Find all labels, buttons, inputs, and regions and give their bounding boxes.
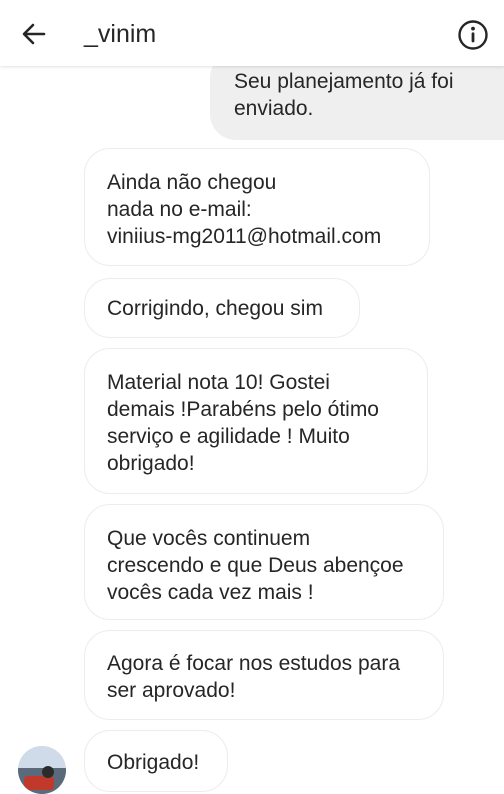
avatar[interactable] — [18, 746, 66, 794]
chat-username[interactable]: _vinim — [84, 20, 156, 48]
arrow-left-icon[interactable] — [18, 18, 50, 50]
info-circle-icon[interactable] — [457, 19, 489, 51]
message-bubble-incoming[interactable]: Agora é focar nos estudos para ser aprov… — [84, 630, 444, 720]
chat-header: _vinim — [0, 0, 504, 66]
message-bubble-incoming[interactable]: Material nota 10! Gostei demais !Parabén… — [84, 348, 428, 494]
message-bubble-incoming[interactable]: Ainda não chegou nada no e-mail: viniius… — [84, 148, 430, 266]
message-bubble-incoming[interactable]: Que vocês continuem crescendo e que Deus… — [84, 504, 444, 620]
message-bubble-incoming[interactable]: Corrigindo, chegou sim — [84, 278, 360, 338]
message-bubble-incoming[interactable]: Obrigado! — [84, 730, 228, 792]
